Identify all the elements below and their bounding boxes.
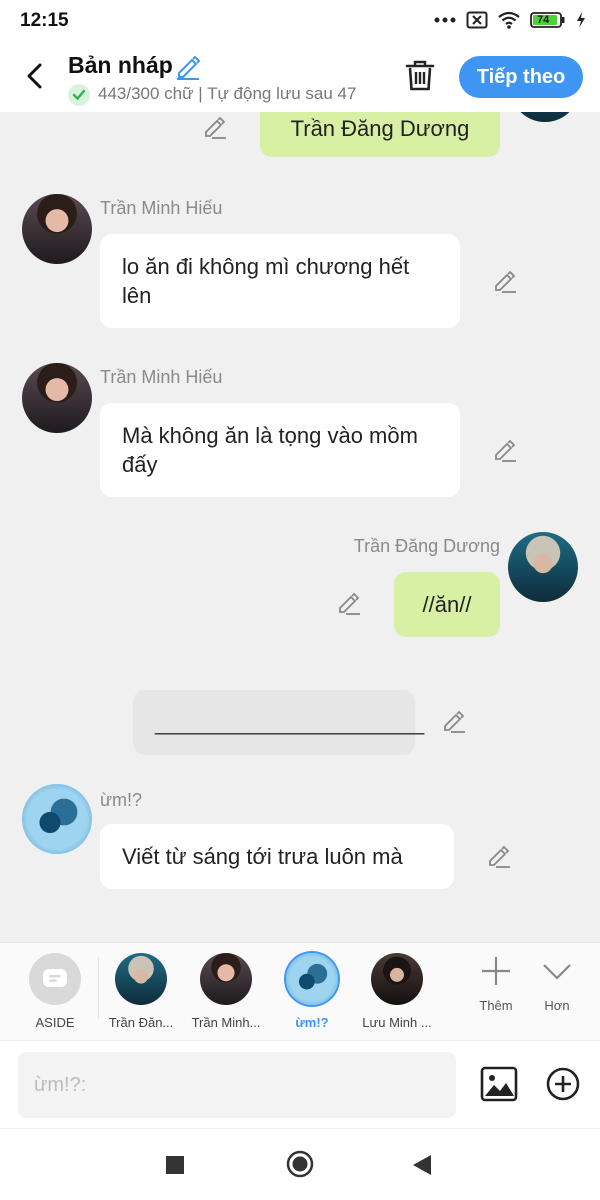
aside-avatar <box>29 953 81 1005</box>
avatar[interactable] <box>22 363 92 433</box>
character-label: ừm!? <box>295 1015 329 1030</box>
message-input[interactable] <box>18 1052 456 1118</box>
plus-circle-icon <box>546 1067 580 1101</box>
edit-title-icon[interactable] <box>174 52 202 85</box>
trash-icon <box>405 60 435 91</box>
sender-name: Trần Minh Hiếu <box>100 367 223 387</box>
character-luu[interactable]: Lưu Minh ... <box>355 953 439 1030</box>
message-bubble[interactable]: Viết từ sáng tới trưa luôn mà <box>100 824 454 889</box>
chevron-left-icon <box>27 63 42 89</box>
chat-area: Trần Đăng Dương Trần Minh Hiếu lo ăn đi … <box>0 112 600 942</box>
more-label: Hơn <box>544 998 570 1013</box>
check-icon <box>68 84 90 106</box>
edit-message-icon[interactable] <box>486 843 512 869</box>
avatar <box>200 953 252 1005</box>
square-icon <box>166 1156 184 1174</box>
avatar <box>286 953 338 1005</box>
more-button[interactable]: Hơn <box>527 955 587 1013</box>
character-label: ASIDE <box>35 1015 75 1030</box>
next-button[interactable]: Tiếp theo <box>459 56 583 98</box>
edit-message-icon[interactable] <box>492 268 518 294</box>
message-text: Viết từ sáng tới trưa luôn mà <box>122 844 403 869</box>
add-character-button[interactable]: Thêm <box>466 955 526 1013</box>
insert-image-button[interactable] <box>480 1066 518 1107</box>
circle-icon <box>286 1150 314 1178</box>
message-bubble[interactable]: //ăn// <box>394 572 500 637</box>
message-bubble[interactable]: lo ăn đi không mì chương hết lên <box>100 234 460 328</box>
sender-name: Trần Minh Hiếu <box>100 198 223 218</box>
character-bar: ASIDE Trần Đăn... Trần Minh... ừm!? Lưu … <box>0 942 600 1040</box>
edit-message-icon[interactable] <box>202 114 228 140</box>
wifi-icon <box>498 11 520 29</box>
edit-message-icon[interactable] <box>441 708 467 734</box>
image-icon <box>480 1066 518 1102</box>
avatar <box>371 953 423 1005</box>
avatar <box>115 953 167 1005</box>
sender-name: ừm!? <box>100 790 143 810</box>
triangle-left-icon <box>413 1155 431 1175</box>
more-icon <box>434 16 456 24</box>
character-um[interactable]: ừm!? <box>270 953 354 1030</box>
character-label: Lưu Minh ... <box>362 1015 432 1030</box>
message-text: Mà không ăn là tọng vào mồm đấy <box>122 423 418 477</box>
status-time: 12:15 <box>20 10 69 31</box>
navigation-bar <box>0 1128 600 1200</box>
message-bubble[interactable]: Trần Đăng Dương <box>260 112 500 157</box>
autosave-status: 443/300 chữ | Tự động lưu sau 47 <box>98 84 357 103</box>
edit-message-icon[interactable] <box>492 437 518 463</box>
back-nav-button[interactable] <box>412 1154 432 1181</box>
comment-icon <box>43 969 67 987</box>
character-label: Trần Minh... <box>191 1015 261 1030</box>
add-button[interactable] <box>545 1066 581 1107</box>
avatar[interactable] <box>510 112 580 122</box>
message-text: Trần Đăng Dương <box>290 116 470 141</box>
avatar[interactable] <box>22 784 92 854</box>
home-button[interactable] <box>286 1150 314 1183</box>
character-aside[interactable]: ASIDE <box>13 953 97 1030</box>
character-hieu[interactable]: Trần Minh... <box>184 953 268 1030</box>
edit-message-icon[interactable] <box>336 590 362 616</box>
character-duong[interactable]: Trần Đăn... <box>99 953 183 1030</box>
add-label: Thêm <box>479 998 513 1013</box>
page-title: Bản nháp <box>68 52 173 78</box>
message-text: lo ăn đi không mì chương hết lên <box>122 254 410 308</box>
charging-icon <box>576 11 586 29</box>
sender-name: Trần Đăng Dương <box>353 536 500 556</box>
battery-icon: 74 <box>530 11 566 29</box>
plus-icon <box>482 957 510 985</box>
aside-bubble[interactable]: ______________________ <box>133 690 424 755</box>
delete-button[interactable] <box>402 58 438 94</box>
avatar[interactable] <box>508 532 578 602</box>
back-button[interactable] <box>18 58 50 94</box>
header: Bản nháp 443/300 chữ | Tự động lưu sau 4… <box>0 44 600 112</box>
chevron-down-icon <box>543 964 571 980</box>
status-icons: 74 <box>434 11 586 29</box>
message-text: ______________________ <box>155 710 425 735</box>
avatar[interactable] <box>22 194 92 264</box>
message-bubble[interactable]: Mà không ăn là tọng vào mồm đấy <box>100 403 460 497</box>
battery-level: 74 <box>537 14 550 26</box>
input-bar <box>0 1040 600 1128</box>
status-bar: 12:15 74 <box>0 0 600 44</box>
message-text: //ăn// <box>422 592 472 617</box>
character-label: Trần Đăn... <box>108 1015 174 1030</box>
recent-apps-button[interactable] <box>165 1155 185 1180</box>
close-box-icon <box>466 11 488 29</box>
